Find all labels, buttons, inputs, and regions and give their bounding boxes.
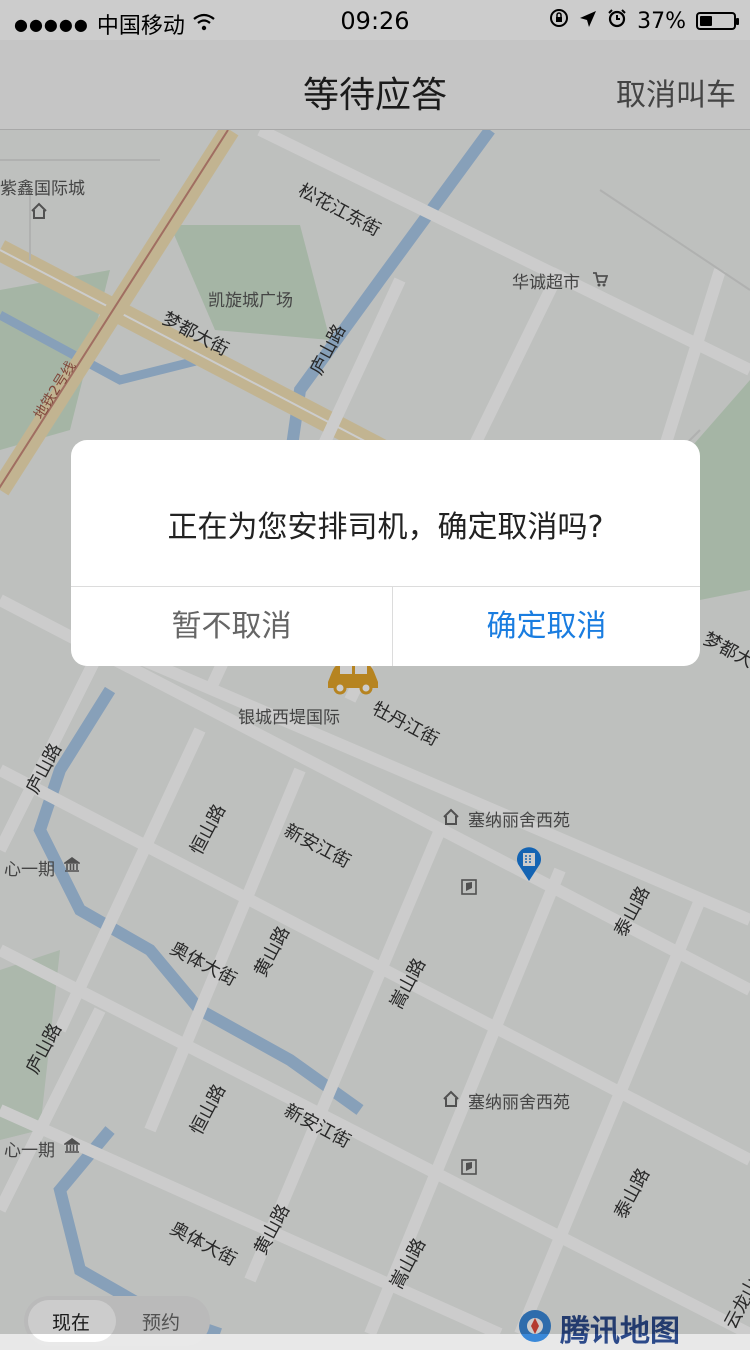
confirm-cancel-button[interactable]: 确定取消	[393, 587, 700, 666]
dialog-message: 正在为您安排司机，确定取消吗?	[167, 510, 604, 545]
cancel-confirm-dialog: 正在为您安排司机，确定取消吗? 暂不取消 确定取消	[71, 440, 700, 666]
keep-ride-button[interactable]: 暂不取消	[71, 587, 392, 666]
modal-backdrop[interactable]	[0, 0, 750, 1334]
